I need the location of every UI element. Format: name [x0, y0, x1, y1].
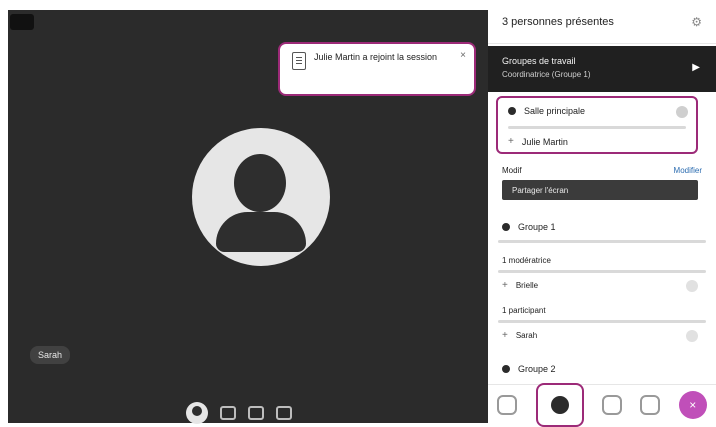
- group1-participant-name: Sarah: [515, 331, 538, 340]
- group1-participant-row[interactable]: + Sarah: [502, 330, 537, 341]
- call-controls: [186, 402, 292, 424]
- member-icon: +: [508, 136, 514, 147]
- screen-share-icon[interactable]: [276, 406, 292, 420]
- join-notification: Julie Martin a rejoint la session ×: [278, 42, 476, 96]
- member-icon: +: [502, 280, 508, 291]
- document-icon: [292, 52, 306, 70]
- layout-toggle-button[interactable]: [10, 14, 34, 30]
- work-groups-bar[interactable]: Groupes de travail Coordinatrice (Groupe…: [488, 46, 716, 92]
- notification-message: Julie Martin a rejoint la session: [314, 52, 438, 62]
- group1-divider: [498, 240, 706, 243]
- participants-tab[interactable]: [535, 382, 584, 427]
- modify-link[interactable]: Modifier: [674, 166, 702, 175]
- member-icon: +: [502, 330, 508, 341]
- share-screen-button[interactable]: Partager l'écran: [502, 180, 698, 200]
- work-groups-title: Groupes de travail: [502, 56, 576, 66]
- files-icon[interactable]: [601, 394, 622, 415]
- settings-tab-icon[interactable]: [640, 394, 661, 415]
- end-call-button[interactable]: ×: [678, 390, 707, 419]
- main-room-divider: [508, 126, 686, 129]
- group1-participants-divider: [498, 320, 706, 323]
- work-groups-subtitle: Coordinatrice (Groupe 1): [502, 70, 591, 79]
- self-avatar-button[interactable]: [186, 402, 208, 424]
- main-room-card[interactable]: Salle principale + Julie Martin: [496, 96, 698, 154]
- camera-icon[interactable]: [248, 406, 264, 420]
- participant-toggle[interactable]: [686, 330, 698, 342]
- microphone-icon[interactable]: [220, 406, 236, 420]
- moderator-toggle[interactable]: [686, 280, 698, 292]
- chat-icon[interactable]: [497, 394, 518, 415]
- group2-title: Groupe 2: [518, 364, 556, 374]
- group2-row[interactable]: Groupe 2: [502, 364, 556, 374]
- expand-icon[interactable]: ▶: [692, 62, 700, 73]
- settings-icon[interactable]: ⚙: [691, 15, 702, 29]
- group2-icon: [502, 365, 510, 373]
- room-status-pill: [676, 106, 688, 118]
- group1-participants-label: 1 participant: [502, 306, 546, 315]
- main-room-title: Salle principale: [524, 106, 586, 116]
- group1-title: Groupe 1: [518, 222, 556, 232]
- room-icon: [508, 107, 516, 115]
- participants-panel: 3 personnes présentes ⚙ Groupes de trava…: [488, 0, 716, 427]
- panel-bottom-nav: ×: [488, 382, 716, 427]
- participant-avatar: [192, 128, 330, 266]
- main-room-member-row: + Julie Martin: [508, 136, 568, 147]
- group1-moderator-name: Brielle: [515, 281, 539, 290]
- panel-header: 3 personnes présentes ⚙: [488, 0, 716, 44]
- main-room-row: Salle principale: [508, 106, 585, 116]
- modif-label: Modif: [502, 166, 522, 175]
- avatar-body: [216, 212, 306, 252]
- group1-moderator-row[interactable]: + Brielle: [502, 280, 538, 291]
- participant-name-tag: Sarah: [30, 346, 71, 364]
- panel-title: 3 personnes présentes: [502, 15, 614, 28]
- group1-row[interactable]: Groupe 1: [502, 222, 556, 232]
- main-room-member: Julie Martin: [521, 136, 568, 147]
- participants-icon: [550, 395, 569, 414]
- close-notification-button[interactable]: ×: [460, 50, 466, 61]
- group1-moderators-label: 1 modératrice: [502, 256, 551, 265]
- group1-icon: [502, 223, 510, 231]
- group1-moderators-divider: [498, 270, 706, 273]
- avatar-head: [234, 154, 286, 212]
